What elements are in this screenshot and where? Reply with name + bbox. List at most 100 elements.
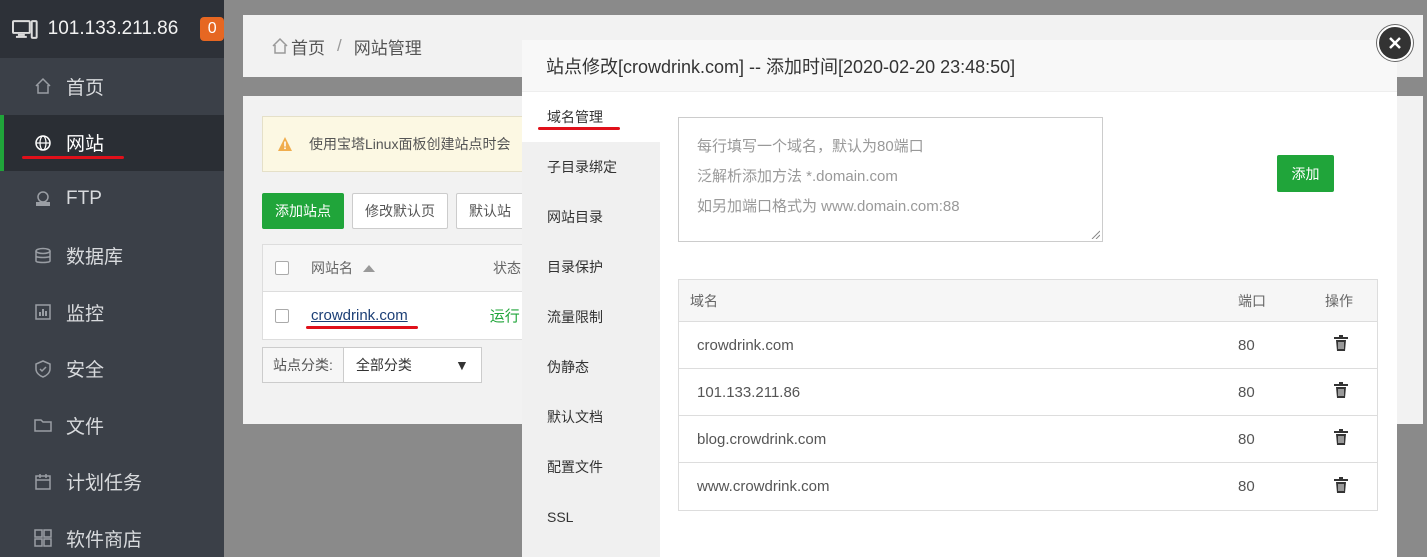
modal-title: 站点修改[crowdrink.com] -- 添加时间[2020-02-20 2…: [522, 40, 1397, 92]
sidebar-item-monitor[interactable]: 监控: [0, 284, 224, 341]
site-edit-modal: 站点修改[crowdrink.com] -- 添加时间[2020-02-20 2…: [522, 40, 1397, 557]
domain-table: 域名 端口 操作 crowdrink.com 80 101.133.211.86…: [678, 279, 1378, 511]
close-modal-button[interactable]: [1377, 25, 1413, 61]
delete-icon[interactable]: [1334, 382, 1348, 398]
table-header: 域名 端口 操作: [679, 280, 1377, 322]
monitor-icon: [12, 20, 38, 39]
sidebar-item-label: 首页: [66, 77, 105, 99]
sidebar-item-home[interactable]: 首页: [0, 58, 224, 115]
tab-subdirectory-binding[interactable]: 子目录绑定: [522, 142, 660, 192]
sort-asc-icon[interactable]: [363, 264, 375, 272]
sidebar-item-label: 监控: [66, 303, 105, 325]
home-icon: [272, 37, 288, 54]
sidebar-item-label: FTP: [66, 188, 102, 210]
breadcrumb-home[interactable]: 首页: [291, 34, 325, 59]
placeholder-line: 如另加端口格式为 www.domain.com:88: [697, 198, 960, 215]
action-cell: [1325, 429, 1377, 449]
database-icon: [34, 247, 52, 265]
port-cell: 80: [1238, 383, 1255, 401]
domain-input[interactable]: 每行填写一个域名，默认为80端口 泛解析添加方法 *.domain.com 如另…: [678, 117, 1103, 242]
shield-icon: [34, 359, 52, 378]
sidebar-item-security[interactable]: 安全: [0, 341, 224, 398]
close-icon: [1389, 37, 1401, 49]
breadcrumb-separator: /: [337, 36, 342, 55]
table-row: blog.crowdrink.com 80: [679, 416, 1377, 463]
sidebar-item-label: 文件: [66, 416, 105, 438]
message-count-badge[interactable]: 0: [200, 17, 224, 41]
col-port: 端口: [1238, 292, 1266, 309]
annotation-underline-domain-tab: [538, 127, 620, 130]
sidebar: 101.133.211.86 0 首页 网站 FTP 数据库 监控 安全 文件 …: [0, 0, 224, 557]
folder-icon: [34, 416, 52, 434]
sidebar-item-database[interactable]: 数据库: [0, 228, 224, 285]
port-cell: 80: [1238, 478, 1255, 495]
tab-directory-protection[interactable]: 目录保护: [522, 242, 660, 292]
sidebar-item-files[interactable]: 文件: [0, 397, 224, 454]
server-ip: 101.133.211.86: [47, 18, 179, 39]
table-row: crowdrink.com 80: [679, 322, 1377, 369]
resize-grip-icon[interactable]: [1090, 229, 1100, 239]
tab-config-file[interactable]: 配置文件: [522, 442, 660, 492]
server-header: 101.133.211.86 0: [0, 0, 224, 58]
action-cell: [1325, 335, 1377, 355]
tab-ssl[interactable]: SSL: [522, 492, 660, 542]
table-row: 101.133.211.86 80: [679, 369, 1377, 416]
domain-cell: www.crowdrink.com: [697, 478, 830, 495]
warning-icon: [278, 137, 292, 151]
col-action: 操作: [1325, 292, 1353, 309]
select-all-checkbox[interactable]: [275, 261, 289, 275]
category-select[interactable]: 全部分类 ▼: [343, 347, 482, 383]
toolbar: 添加站点 修改默认页 默认站: [262, 193, 524, 229]
delete-icon[interactable]: [1334, 429, 1348, 445]
apps-icon: [34, 529, 52, 547]
sidebar-item-cron[interactable]: 计划任务: [0, 454, 224, 511]
annotation-underline-website: [22, 156, 124, 159]
sidebar-item-label: 网站: [66, 134, 105, 156]
sidebar-item-ftp[interactable]: FTP: [0, 171, 224, 228]
breadcrumb-current: 网站管理: [353, 38, 422, 58]
delete-icon[interactable]: [1334, 476, 1348, 493]
port-cell: 80: [1238, 336, 1255, 354]
edit-default-page-button[interactable]: 修改默认页: [352, 193, 448, 229]
placeholder-line: 每行填写一个域名，默认为80端口: [697, 138, 924, 155]
dropdown-arrow-icon: ▼: [455, 357, 469, 373]
placeholder-line: 泛解析添加方法 *.domain.com: [697, 168, 898, 185]
tab-domain-management[interactable]: 域名管理: [522, 92, 660, 142]
action-cell: [1325, 476, 1377, 497]
notice-text: 使用宝塔Linux面板创建站点时会: [309, 136, 511, 152]
domain-cell: blog.crowdrink.com: [697, 430, 827, 448]
tab-rewrite[interactable]: 伪静态: [522, 342, 660, 392]
row-checkbox[interactable]: [275, 308, 289, 323]
add-site-button[interactable]: 添加站点: [262, 193, 344, 229]
category-label: 站点分类:: [262, 347, 344, 383]
monitor-chart-icon: [34, 303, 52, 321]
sidebar-item-label: 数据库: [66, 247, 124, 269]
sidebar-item-app-store[interactable]: 软件商店: [0, 510, 224, 557]
col-status: 状态: [493, 260, 521, 276]
default-site-button[interactable]: 默认站: [456, 193, 524, 229]
site-name-link[interactable]: crowdrink.com: [311, 307, 408, 324]
add-domain-button[interactable]: 添加: [1277, 155, 1334, 192]
delete-icon[interactable]: [1334, 335, 1348, 351]
home-icon: [34, 77, 52, 95]
port-cell: 80: [1238, 430, 1255, 448]
site-status[interactable]: 运行: [490, 305, 520, 326]
col-domain: 域名: [690, 292, 718, 309]
modal-tab-list: 域名管理 子目录绑定 网站目录 目录保护 流量限制 伪静态 默认文档 配置文件 …: [522, 92, 660, 557]
category-value: 全部分类: [355, 357, 412, 373]
ftp-icon: [34, 190, 52, 208]
tab-default-document[interactable]: 默认文档: [522, 392, 660, 442]
tab-site-directory[interactable]: 网站目录: [522, 192, 660, 242]
calendar-icon: [34, 473, 52, 491]
category-filter: 站点分类: 全部分类 ▼: [262, 347, 482, 383]
annotation-underline-site: [306, 326, 418, 329]
globe-icon: [34, 134, 52, 152]
table-row: www.crowdrink.com 80: [679, 463, 1377, 510]
col-site-name[interactable]: 网站名: [311, 258, 353, 278]
domain-cell: 101.133.211.86: [697, 383, 801, 401]
sidebar-item-label: 计划任务: [66, 473, 143, 495]
sidebar-item-label: 软件商店: [66, 529, 143, 551]
sidebar-item-website[interactable]: 网站: [0, 114, 224, 171]
sidebar-item-label: 安全: [66, 360, 105, 382]
tab-traffic-limit[interactable]: 流量限制: [522, 292, 660, 342]
